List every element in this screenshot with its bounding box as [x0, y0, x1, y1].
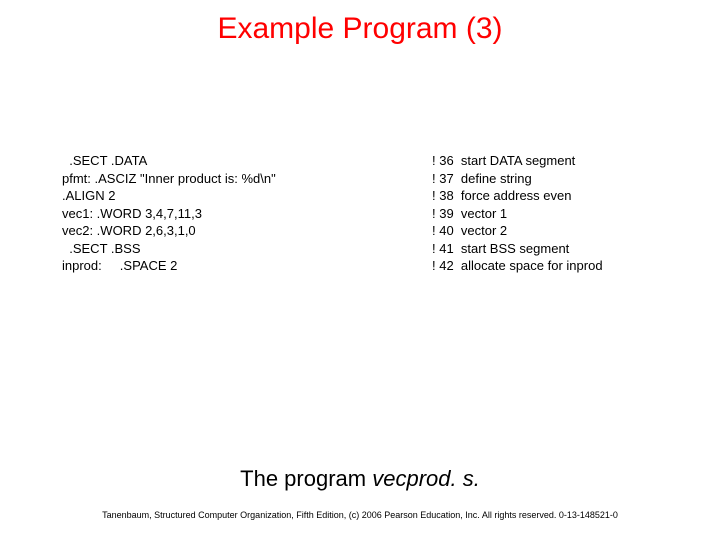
code-row: pfmt: .ASCIZ "Inner product is: %d\n" ! … [62, 170, 603, 188]
caption: The program vecprod. s. [0, 466, 720, 492]
code-comment: ! 40 vector 2 [432, 222, 507, 240]
code-listing: .SECT .DATA ! 36 start DATA segment pfmt… [62, 152, 603, 275]
code-left: vec2: .WORD 2,6,3,1,0 [62, 222, 432, 240]
code-comment: ! 39 vector 1 [432, 205, 507, 223]
code-row: vec2: .WORD 2,6,3,1,0 ! 40 vector 2 [62, 222, 603, 240]
code-left: pfmt: .ASCIZ "Inner product is: %d\n" [62, 170, 432, 188]
code-row: .ALIGN 2 ! 38 force address even [62, 187, 603, 205]
code-row: .SECT .BSS ! 41 start BSS segment [62, 240, 603, 258]
code-comment: ! 41 start BSS segment [432, 240, 569, 258]
caption-program-name: vecprod. s. [372, 466, 480, 491]
page-title: Example Program (3) [0, 0, 720, 46]
code-left: .ALIGN 2 [62, 187, 432, 205]
code-left: inprod: .SPACE 2 [62, 257, 432, 275]
code-left: vec1: .WORD 3,4,7,11,3 [62, 205, 432, 223]
code-comment: ! 42 allocate space for inprod [432, 257, 603, 275]
code-comment: ! 36 start DATA segment [432, 152, 575, 170]
footer-copyright: Tanenbaum, Structured Computer Organizat… [0, 510, 720, 520]
code-left: .SECT .BSS [62, 240, 432, 258]
code-comment: ! 37 define string [432, 170, 532, 188]
code-row: vec1: .WORD 3,4,7,11,3 ! 39 vector 1 [62, 205, 603, 223]
code-comment: ! 38 force address even [432, 187, 571, 205]
code-row: .SECT .DATA ! 36 start DATA segment [62, 152, 603, 170]
code-left: .SECT .DATA [62, 152, 432, 170]
code-row: inprod: .SPACE 2 ! 42 allocate space for… [62, 257, 603, 275]
caption-prefix: The program [240, 466, 372, 491]
